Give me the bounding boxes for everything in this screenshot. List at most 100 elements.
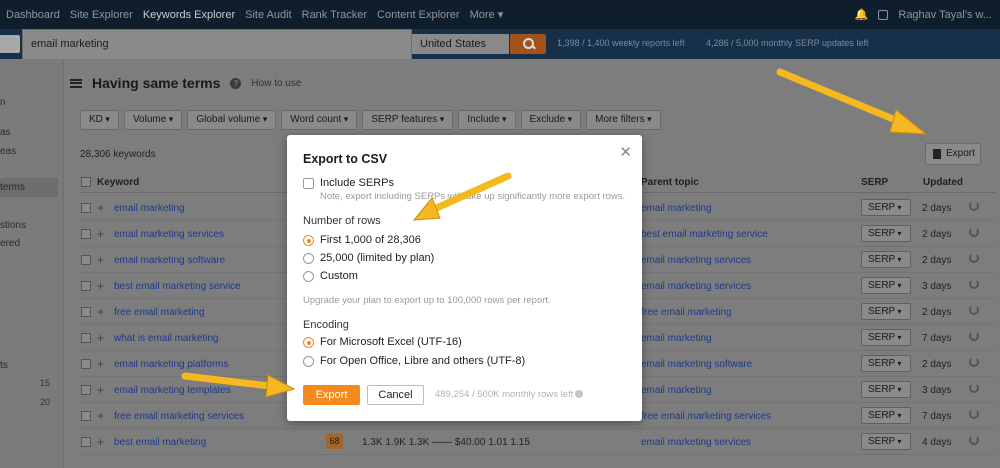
- sidebar-item-terms[interactable]: terms: [0, 178, 58, 197]
- row-checkbox[interactable]: [81, 437, 91, 447]
- include-serps-checkbox[interactable]: [303, 178, 314, 189]
- cancel-button[interactable]: Cancel: [367, 385, 424, 405]
- encoding-option-utf16[interactable]: For Microsoft Excel (UTF-16): [320, 336, 462, 348]
- help-icon[interactable]: [575, 390, 584, 398]
- serp-dropdown[interactable]: SERP: [861, 251, 911, 268]
- close-icon[interactable]: ✕: [619, 143, 632, 161]
- sidebar-item[interactable]: eas: [0, 146, 16, 157]
- rows-option-first[interactable]: First 1,000 of 28,306: [320, 234, 421, 246]
- country-select[interactable]: United States: [412, 34, 509, 54]
- plus-icon[interactable]: +: [97, 409, 104, 423]
- keyword-link[interactable]: email marketing templates: [114, 385, 231, 396]
- nav-site-explorer[interactable]: Site Explorer: [70, 9, 133, 21]
- refresh-icon[interactable]: [969, 357, 979, 367]
- parent-topic-link[interactable]: email marketing software: [641, 359, 752, 370]
- include-serps-label[interactable]: Include SERPs: [320, 177, 394, 189]
- help-icon[interactable]: ?: [230, 77, 242, 89]
- filter-volume[interactable]: Volume: [123, 110, 183, 130]
- row-checkbox[interactable]: [81, 333, 91, 343]
- search-mode-dropdown[interactable]: [0, 35, 20, 53]
- serp-dropdown[interactable]: SERP: [861, 199, 911, 216]
- encoding-radio-utf8[interactable]: [303, 356, 314, 367]
- keyword-link[interactable]: what is email marketing: [114, 333, 218, 344]
- row-checkbox[interactable]: [81, 307, 91, 317]
- parent-topic-link[interactable]: free email marketing: [641, 307, 732, 318]
- refresh-icon[interactable]: [969, 279, 979, 289]
- parent-topic-link[interactable]: email marketing services: [641, 281, 751, 292]
- plus-icon[interactable]: +: [97, 305, 104, 319]
- rows-option-25000[interactable]: 25,000 (limited by plan): [320, 252, 434, 264]
- filter-kd[interactable]: KD: [80, 110, 119, 130]
- row-checkbox[interactable]: [81, 359, 91, 369]
- plus-icon[interactable]: +: [97, 435, 104, 449]
- sidebar-item[interactable]: ered: [0, 238, 20, 249]
- keyword-link[interactable]: email marketing software: [114, 255, 225, 266]
- keyword-link[interactable]: free email marketing: [114, 307, 205, 318]
- row-checkbox[interactable]: [81, 411, 91, 421]
- sidebar-item[interactable]: n: [0, 97, 6, 108]
- parent-topic-link[interactable]: email marketing: [641, 333, 712, 344]
- filter-word-count[interactable]: Word count: [281, 110, 358, 130]
- refresh-icon[interactable]: [969, 201, 979, 211]
- nav-keywords-explorer[interactable]: Keywords Explorer: [143, 9, 235, 21]
- serp-dropdown[interactable]: SERP: [861, 225, 911, 242]
- parent-topic-link[interactable]: email marketing: [641, 203, 712, 214]
- row-checkbox[interactable]: [81, 281, 91, 291]
- refresh-icon[interactable]: [969, 383, 979, 393]
- nav-site-audit[interactable]: Site Audit: [245, 9, 291, 21]
- keyword-link[interactable]: email marketing services: [114, 229, 224, 240]
- filter-more[interactable]: More filters: [586, 110, 661, 130]
- keyword-link[interactable]: email marketing: [114, 203, 185, 214]
- parent-topic-link[interactable]: email marketing: [641, 385, 712, 396]
- sidebar-item[interactable]: stions: [0, 220, 26, 231]
- plus-icon[interactable]: +: [97, 357, 104, 371]
- sidebar-item[interactable]: ts: [0, 360, 8, 371]
- parent-topic-link[interactable]: email marketing services: [641, 437, 751, 448]
- serp-dropdown[interactable]: SERP: [861, 303, 911, 320]
- row-checkbox[interactable]: [81, 203, 91, 213]
- user-menu[interactable]: Raghav Tayal's w...: [898, 9, 992, 21]
- refresh-icon[interactable]: [969, 227, 979, 237]
- plus-icon[interactable]: +: [97, 383, 104, 397]
- select-all-checkbox[interactable]: [81, 177, 91, 187]
- nav-rank-tracker[interactable]: Rank Tracker: [302, 9, 367, 21]
- serp-dropdown[interactable]: SERP: [861, 433, 911, 450]
- menu-icon[interactable]: [70, 78, 82, 88]
- rows-option-custom[interactable]: Custom: [320, 270, 358, 282]
- plus-icon[interactable]: +: [97, 201, 104, 215]
- refresh-icon[interactable]: [969, 409, 979, 419]
- serp-dropdown[interactable]: SERP: [861, 355, 911, 372]
- plus-icon[interactable]: +: [97, 331, 104, 345]
- serp-dropdown[interactable]: SERP: [861, 329, 911, 346]
- parent-topic-link[interactable]: best email marketing service: [641, 229, 768, 240]
- keyword-link[interactable]: best email marketing service: [114, 281, 241, 292]
- refresh-icon[interactable]: [969, 305, 979, 315]
- filter-exclude[interactable]: Exclude: [520, 110, 582, 130]
- rows-radio-custom[interactable]: [303, 271, 314, 282]
- row-checkbox[interactable]: [81, 255, 91, 265]
- keyword-link[interactable]: best email marketing: [114, 437, 206, 448]
- refresh-icon[interactable]: [969, 331, 979, 341]
- how-to-use-link[interactable]: How to use: [251, 78, 301, 89]
- encoding-radio-utf16[interactable]: [303, 337, 314, 348]
- rows-radio-first[interactable]: [303, 235, 314, 246]
- filter-include[interactable]: Include: [458, 110, 516, 130]
- rows-radio-25000[interactable]: [303, 253, 314, 264]
- col-updated[interactable]: Updated: [923, 177, 963, 188]
- serp-dropdown[interactable]: SERP: [861, 381, 911, 398]
- plus-icon[interactable]: +: [97, 279, 104, 293]
- keyword-link[interactable]: free email marketing services: [114, 411, 244, 422]
- col-serp[interactable]: SERP: [861, 177, 888, 188]
- export-button[interactable]: Export: [925, 143, 981, 165]
- keyword-link[interactable]: email marketing platforms: [114, 359, 228, 370]
- col-keyword[interactable]: Keyword: [97, 177, 139, 188]
- parent-topic-link[interactable]: free email marketing services: [641, 411, 771, 422]
- serp-dropdown[interactable]: SERP: [861, 407, 911, 424]
- serp-dropdown[interactable]: SERP: [861, 277, 911, 294]
- row-checkbox[interactable]: [81, 229, 91, 239]
- filter-global-volume[interactable]: Global volume: [187, 110, 277, 130]
- plus-icon[interactable]: +: [97, 253, 104, 267]
- row-checkbox[interactable]: [81, 385, 91, 395]
- plus-icon[interactable]: +: [97, 227, 104, 241]
- refresh-icon[interactable]: [969, 435, 979, 445]
